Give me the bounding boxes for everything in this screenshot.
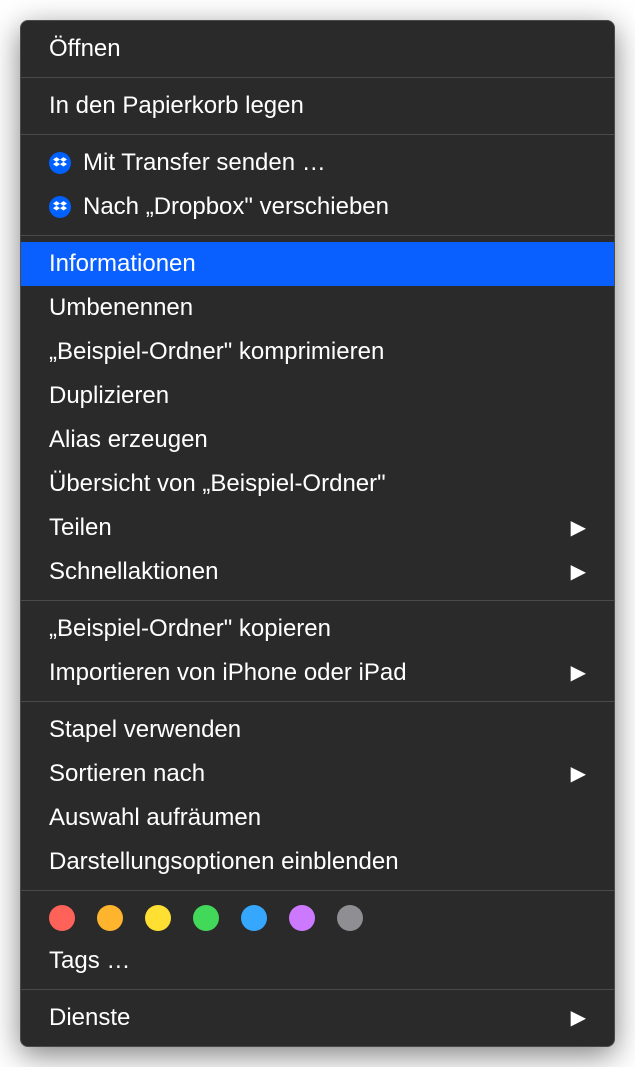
tag-dot-yellow[interactable] [145,905,171,931]
menu-item-clean-up[interactable]: Auswahl aufräumen [21,796,614,840]
menu-label: Alias erzeugen [49,422,586,458]
tag-dot-green[interactable] [193,905,219,931]
menu-label: Duplizieren [49,378,586,414]
tag-dot-gray[interactable] [337,905,363,931]
menu-item-services[interactable]: Dienste ▶ [21,996,614,1040]
menu-separator [21,235,614,236]
menu-label: „Beispiel-Ordner" komprimieren [49,334,586,370]
menu-separator [21,701,614,702]
menu-item-trash[interactable]: In den Papierkorb legen [21,84,614,128]
dropbox-icon [49,196,83,218]
tag-color-row [21,897,614,939]
dropbox-icon [49,152,83,174]
menu-separator [21,77,614,78]
menu-label: „Beispiel-Ordner" kopieren [49,611,586,647]
menu-label: Informationen [49,246,586,282]
menu-label: Dienste [49,1000,559,1036]
menu-label: Darstellungsoptionen einblenden [49,844,586,880]
menu-label: In den Papierkorb legen [49,88,586,124]
chevron-right-icon: ▶ [571,759,586,789]
menu-separator [21,890,614,891]
menu-separator [21,600,614,601]
menu-label: Tags … [49,943,586,979]
menu-item-dropbox-transfer[interactable]: Mit Transfer senden … [21,141,614,185]
menu-label: Umbenennen [49,290,586,326]
chevron-right-icon: ▶ [571,1003,586,1033]
menu-item-import-from-device[interactable]: Importieren von iPhone oder iPad ▶ [21,651,614,695]
menu-item-quick-look[interactable]: Übersicht von „Beispiel-Ordner" [21,462,614,506]
menu-item-open[interactable]: Öffnen [21,27,614,71]
menu-label: Importieren von iPhone oder iPad [49,655,559,691]
menu-label: Nach „Dropbox" verschieben [83,189,586,225]
menu-item-use-stacks[interactable]: Stapel verwenden [21,708,614,752]
menu-label: Mit Transfer senden … [83,145,586,181]
chevron-right-icon: ▶ [571,557,586,587]
menu-item-rename[interactable]: Umbenennen [21,286,614,330]
menu-label: Übersicht von „Beispiel-Ordner" [49,466,586,502]
menu-label: Teilen [49,510,559,546]
menu-label: Schnellaktionen [49,554,559,590]
menu-label: Stapel verwenden [49,712,586,748]
tag-dot-red[interactable] [49,905,75,931]
tag-dot-purple[interactable] [289,905,315,931]
menu-label: Sortieren nach [49,756,559,792]
menu-item-compress[interactable]: „Beispiel-Ordner" komprimieren [21,330,614,374]
context-menu: Öffnen In den Papierkorb legen Mit Trans… [20,20,615,1047]
menu-item-make-alias[interactable]: Alias erzeugen [21,418,614,462]
menu-item-copy[interactable]: „Beispiel-Ordner" kopieren [21,607,614,651]
menu-label: Öffnen [49,31,586,67]
menu-separator [21,134,614,135]
menu-item-sort-by[interactable]: Sortieren nach ▶ [21,752,614,796]
menu-item-duplicate[interactable]: Duplizieren [21,374,614,418]
menu-item-tags-more[interactable]: Tags … [21,939,614,983]
chevron-right-icon: ▶ [571,513,586,543]
menu-item-view-options[interactable]: Darstellungsoptionen einblenden [21,840,614,884]
menu-item-dropbox-move[interactable]: Nach „Dropbox" verschieben [21,185,614,229]
menu-separator [21,989,614,990]
menu-item-quick-actions[interactable]: Schnellaktionen ▶ [21,550,614,594]
menu-item-share[interactable]: Teilen ▶ [21,506,614,550]
chevron-right-icon: ▶ [571,658,586,688]
menu-label: Auswahl aufräumen [49,800,586,836]
menu-item-get-info[interactable]: Informationen [21,242,614,286]
tag-dot-orange[interactable] [97,905,123,931]
tag-dot-blue[interactable] [241,905,267,931]
